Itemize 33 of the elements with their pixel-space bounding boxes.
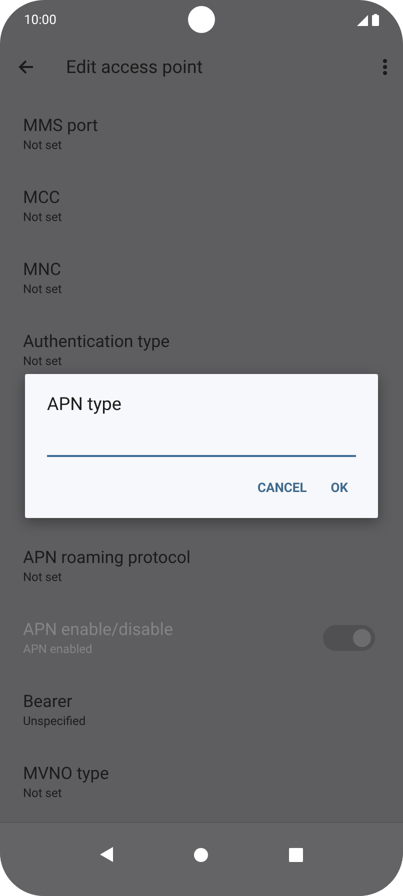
back-nav-icon[interactable]: [100, 847, 114, 862]
more-vertical-icon: [383, 59, 387, 75]
setting-title: Authentication type: [23, 331, 171, 353]
setting-summary: Not set: [23, 137, 63, 153]
setting-item[interactable]: MNC Not set: [0, 242, 403, 314]
home-nav-icon[interactable]: [194, 848, 208, 862]
setting-title: MVNO type: [23, 763, 110, 785]
setting-title: APN roaming protocol: [23, 547, 192, 569]
setting-item[interactable]: MCC Not set: [0, 170, 403, 242]
setting-title: MNC: [23, 259, 62, 281]
setting-summary: Not set: [23, 353, 63, 369]
status-time: 10:00: [24, 12, 56, 28]
dialog-button[interactable]: CANCEL: [250, 475, 315, 502]
camera-hole: [188, 6, 215, 33]
setting-summary: Not set: [23, 281, 63, 297]
signal-icon: [357, 14, 368, 26]
dialog-title: APN type: [47, 394, 122, 415]
screen-title: Edit access point: [66, 56, 203, 78]
setting-item[interactable]: APN roaming protocol Not set: [0, 530, 403, 602]
setting-title: Bearer: [23, 691, 74, 713]
setting-summary: Not set: [23, 569, 63, 585]
setting-title: MCC: [23, 187, 61, 209]
setting-item[interactable]: MVNO type Not set: [0, 746, 403, 818]
battery-icon: [372, 14, 379, 26]
setting-item[interactable]: MMS port Not set: [0, 98, 403, 170]
back-arrow-icon: [18, 60, 34, 74]
setting-summary: Not set: [23, 785, 63, 801]
setting-summary: Not set: [23, 209, 63, 225]
setting-item[interactable]: Bearer Unspecified: [0, 674, 403, 746]
setting-title: MMS port: [23, 115, 99, 137]
dialog-button[interactable]: OK: [322, 475, 356, 502]
recents-nav-icon[interactable]: [288, 848, 303, 862]
setting-summary: Unspecified: [23, 713, 87, 729]
